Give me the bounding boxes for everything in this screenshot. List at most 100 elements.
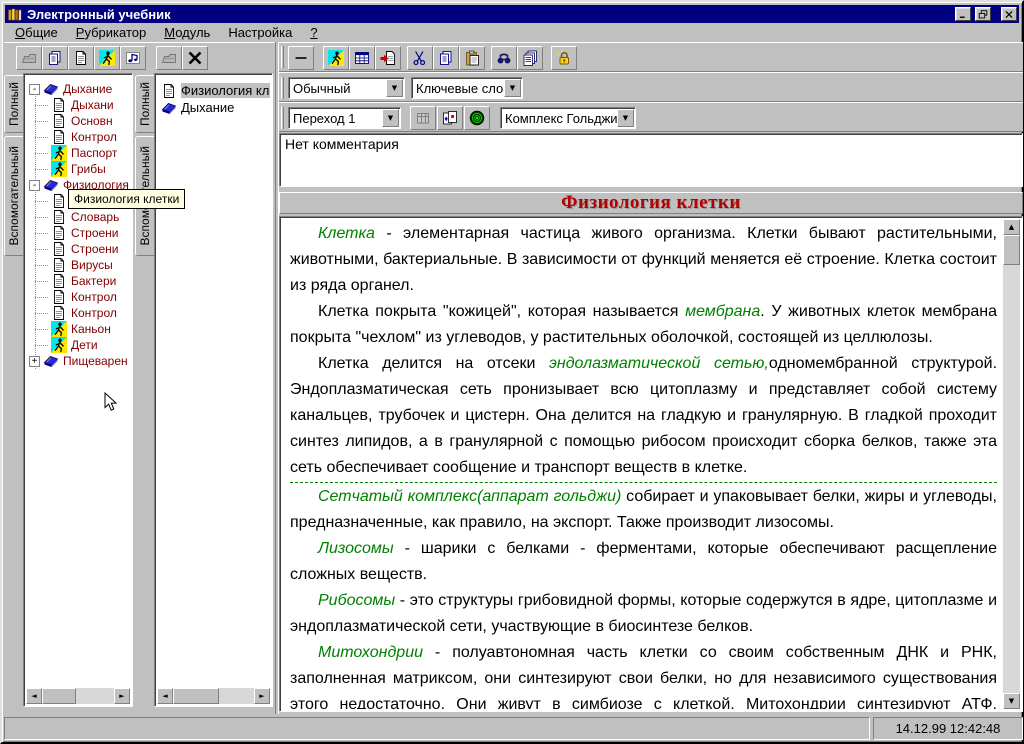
toolbar-grip[interactable]: [281, 77, 284, 99]
search-button[interactable]: [491, 46, 517, 70]
title-bar[interactable]: Электронный учебник: [5, 5, 1019, 23]
tree-item[interactable]: Основн: [26, 113, 130, 129]
radar-button[interactable]: [464, 106, 490, 130]
article-text-area[interactable]: Клетка - элементарная частица живого орг…: [279, 216, 1023, 712]
run-module-button[interactable]: [94, 46, 120, 70]
pages-icon: [522, 50, 538, 66]
tree-item[interactable]: Паспорт: [26, 145, 130, 161]
keyword-combo[interactable]: Комплекс Гольджи ▼: [500, 107, 636, 129]
scroll-left-icon[interactable]: ◄: [157, 688, 173, 704]
binoculars-icon: [496, 50, 512, 66]
tree-item[interactable]: Вирусы: [26, 257, 130, 273]
list-item-label: Дыхание: [181, 100, 234, 115]
tree-item[interactable]: Строени: [26, 241, 130, 257]
grid-button[interactable]: [410, 106, 436, 130]
cards-button[interactable]: [437, 106, 463, 130]
list-item[interactable]: Физиология клетк: [157, 82, 270, 99]
tab-polnyi-2[interactable]: Полный: [135, 75, 154, 133]
tree-item-label: Пищеварен: [63, 354, 128, 368]
chevron-down-icon[interactable]: ▼: [617, 109, 634, 127]
open-button[interactable]: [16, 46, 42, 70]
menu-rubrikator[interactable]: Рубрикатор: [67, 24, 155, 42]
runner-icon: [51, 337, 67, 353]
vertical-scrollbar[interactable]: ▲ ▼: [1003, 219, 1020, 709]
chevron-down-icon[interactable]: ▼: [382, 109, 399, 127]
tree-item[interactable]: Контрол: [26, 305, 130, 321]
table-button[interactable]: [349, 46, 375, 70]
x-icon: [187, 50, 203, 66]
scrollbar-thumb[interactable]: [173, 688, 219, 704]
search-mode-combo[interactable]: Ключевые слов ▼: [411, 77, 523, 99]
dash-icon: [293, 50, 309, 66]
tree-item[interactable]: Дети: [26, 337, 130, 353]
horizontal-scrollbar[interactable]: ◄ ►: [157, 688, 270, 704]
tree-item[interactable]: -Дыхание: [26, 81, 130, 97]
open-folder-icon: [21, 50, 37, 66]
tree-item-label: Контрол: [71, 306, 117, 320]
copy-button[interactable]: [433, 46, 459, 70]
comment-text: Нет комментария: [285, 136, 399, 152]
dash-button[interactable]: [288, 46, 314, 70]
restore-button[interactable]: [975, 7, 991, 21]
collapse-icon[interactable]: -: [29, 180, 40, 191]
run-module-button[interactable]: [323, 46, 349, 70]
new-document-button[interactable]: [68, 46, 94, 70]
transition-combo[interactable]: Переход 1 ▼: [288, 107, 401, 129]
scroll-left-icon[interactable]: ◄: [26, 688, 42, 704]
minimize-button[interactable]: [955, 7, 971, 21]
tree-item[interactable]: Каньон: [26, 321, 130, 337]
tree-item[interactable]: Бактери: [26, 273, 130, 289]
scroll-right-icon[interactable]: ►: [114, 688, 130, 704]
paste-button[interactable]: [459, 46, 485, 70]
minimize-icon: [957, 9, 969, 20]
tree-item[interactable]: Контрол: [26, 129, 130, 145]
expand-icon[interactable]: +: [29, 356, 40, 367]
gray-grid-icon: [415, 110, 431, 126]
menu-nastroyka[interactable]: Настройка: [219, 24, 301, 42]
scroll-down-icon[interactable]: ▼: [1003, 693, 1020, 709]
document-icon: [51, 305, 67, 321]
export-page-button[interactable]: [375, 46, 401, 70]
tree-item[interactable]: Словарь: [26, 209, 130, 225]
tree-item-label: Дыхани: [71, 98, 114, 112]
list-item[interactable]: Дыхание: [157, 99, 270, 116]
window-title: Электронный учебник: [27, 7, 951, 22]
delete-button[interactable]: [182, 46, 208, 70]
scrollbar-thumb[interactable]: [1003, 235, 1020, 265]
chevron-down-icon[interactable]: ▼: [504, 79, 521, 97]
menu-help[interactable]: ?: [301, 24, 326, 42]
cut-button[interactable]: [407, 46, 433, 70]
style-combo[interactable]: Обычный ▼: [288, 77, 405, 99]
chevron-down-icon[interactable]: ▼: [386, 79, 403, 97]
menu-modul[interactable]: Модуль: [155, 24, 219, 42]
tree-item[interactable]: Строени: [26, 225, 130, 241]
save-button[interactable]: [156, 46, 182, 70]
tree-item[interactable]: Контрол: [26, 289, 130, 305]
toolbar-grip[interactable]: [281, 107, 284, 129]
tree-item[interactable]: Грибы: [26, 161, 130, 177]
media-button[interactable]: [120, 46, 146, 70]
tree-item[interactable]: + Пищеварен: [26, 353, 130, 369]
copy-icon: [438, 50, 454, 66]
collapse-icon[interactable]: -: [29, 84, 40, 95]
scroll-up-icon[interactable]: ▲: [1003, 219, 1020, 235]
scroll-right-icon[interactable]: ►: [254, 688, 270, 704]
scrollbar-thumb[interactable]: [42, 688, 76, 704]
close-button[interactable]: [1001, 7, 1017, 21]
tab-vspomogatelnyi[interactable]: Вспомогательный: [4, 136, 23, 256]
comment-box[interactable]: Нет комментария: [279, 133, 1023, 187]
horizontal-scrollbar[interactable]: ◄ ►: [26, 688, 130, 704]
lock-button[interactable]: [551, 46, 577, 70]
copy-rubric-button[interactable]: [42, 46, 68, 70]
tree-item[interactable]: Дыхани: [26, 97, 130, 113]
paragraph: Рибосомы - это структуры грибовидной фор…: [290, 588, 997, 640]
copy-all-button[interactable]: [517, 46, 543, 70]
toolbar-grip[interactable]: [281, 46, 284, 68]
tooltip: Физиология клетки: [68, 189, 185, 209]
menu-obshchie[interactable]: Общие: [6, 24, 67, 42]
radar-icon: [469, 110, 485, 126]
tab-polnyi[interactable]: Полный: [4, 75, 23, 133]
module-panel: Полный Вспомогательный Физиология клетк …: [135, 73, 273, 713]
runner-icon: [51, 321, 67, 337]
paragraph: Сетчатый комплекс(аппарат гольджи) собир…: [290, 484, 997, 536]
